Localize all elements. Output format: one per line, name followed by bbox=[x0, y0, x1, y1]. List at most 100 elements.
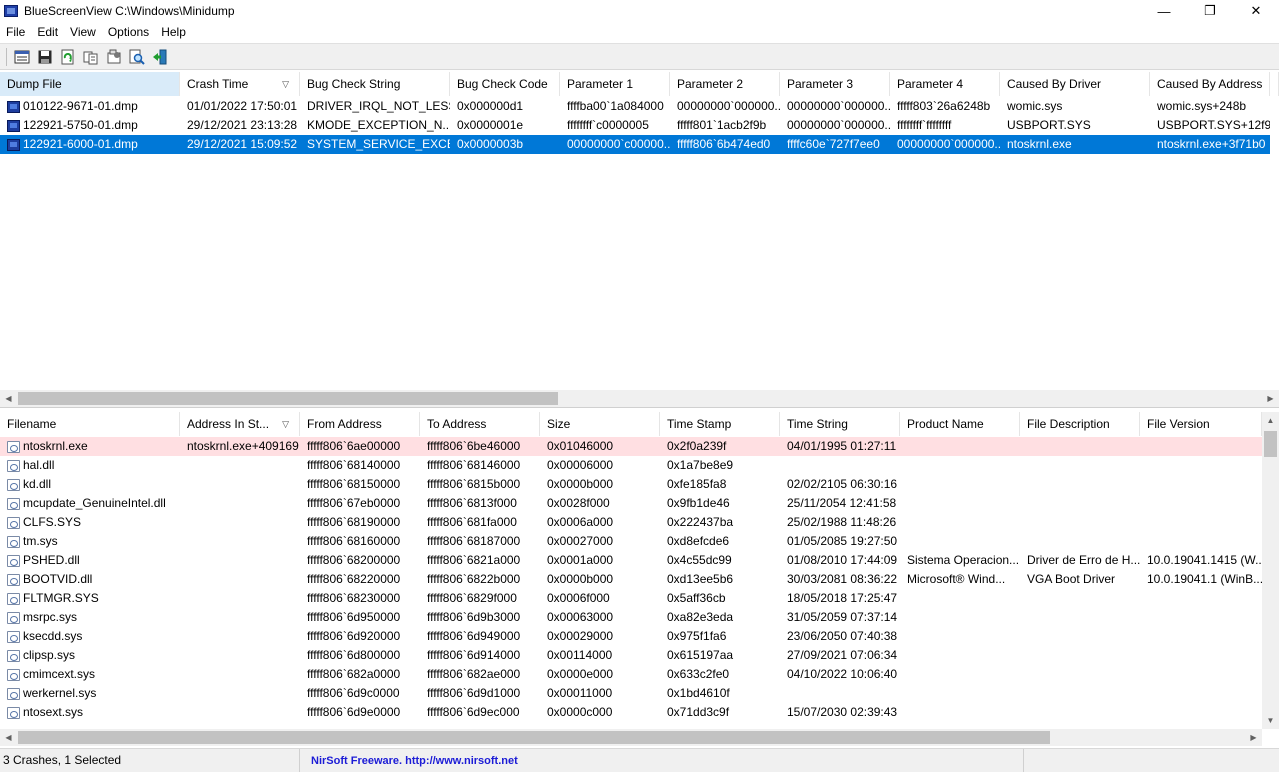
driver-list-vscrollbar[interactable]: ▲ ▼ bbox=[1262, 412, 1279, 729]
column-header-to-address[interactable]: To Address bbox=[420, 412, 540, 436]
menu-options[interactable]: Options bbox=[102, 22, 155, 42]
table-row[interactable]: clipsp.sys fffff806`6d800000 fffff806`6d91… bbox=[0, 646, 1262, 665]
cell-text: cmimcext.sys bbox=[23, 667, 95, 681]
exit-button[interactable] bbox=[148, 46, 171, 68]
scroll-right-arrow[interactable]: ▶ bbox=[1262, 390, 1279, 407]
table-cell bbox=[1020, 589, 1140, 608]
table-row[interactable]: FLTMGR.SYS fffff806`68230000 fffff806`6829… bbox=[0, 589, 1262, 608]
cell-text: 0x0006f000 bbox=[547, 591, 610, 605]
menu-edit[interactable]: Edit bbox=[31, 22, 64, 42]
table-row[interactable]: tm.sys fffff806`68160000 fffff806`68187000… bbox=[0, 532, 1262, 551]
cell-text: VGA Boot Driver bbox=[1027, 572, 1116, 586]
table-cell: 0x633c2fe0 bbox=[660, 665, 780, 684]
table-cell: 0x0001a000 bbox=[540, 551, 660, 570]
maximize-button[interactable]: ❐ bbox=[1187, 0, 1233, 22]
minimize-button[interactable]: — bbox=[1141, 0, 1187, 22]
refresh-button[interactable] bbox=[56, 46, 79, 68]
column-header-crash-time[interactable]: Crash Time ▽ bbox=[180, 72, 300, 96]
table-cell: 25/11/2054 12:41:58 bbox=[780, 494, 900, 513]
scroll-right-arrow[interactable]: ▶ bbox=[1245, 729, 1262, 746]
table-row[interactable]: ksecdd.sys fffff806`6d920000 fffff806`6d94… bbox=[0, 627, 1262, 646]
table-cell: fffff806`68190000 bbox=[300, 513, 420, 532]
table-cell: mcupdate_GenuineIntel.dll bbox=[0, 494, 180, 513]
cell-text: ntoskrnl.exe+409169 bbox=[187, 439, 299, 453]
column-header-bug-check-string[interactable]: Bug Check String bbox=[300, 72, 450, 96]
crash-list-hscrollbar[interactable]: ◀ ▶ bbox=[0, 390, 1279, 407]
column-header-parameter-2[interactable]: Parameter 2 bbox=[670, 72, 780, 96]
column-header-size[interactable]: Size bbox=[540, 412, 660, 436]
column-header-caused-by-address[interactable]: Caused By Address bbox=[1150, 72, 1270, 96]
cell-text: 0x633c2fe0 bbox=[667, 667, 730, 681]
column-header-file-version[interactable]: File Version bbox=[1140, 412, 1262, 436]
column-header-blank[interactable] bbox=[1270, 72, 1279, 96]
column-header-dump-file[interactable]: Dump File bbox=[0, 72, 180, 96]
column-header-filename[interactable]: Filename bbox=[0, 412, 180, 436]
scroll-left-arrow[interactable]: ◀ bbox=[0, 729, 17, 746]
cell-text: 0x4c55dc99 bbox=[667, 553, 732, 567]
scroll-thumb[interactable] bbox=[18, 392, 558, 405]
driver-file-icon bbox=[7, 630, 20, 643]
table-cell: 0x00063000 bbox=[540, 608, 660, 627]
column-header-file-description[interactable]: File Description bbox=[1020, 412, 1140, 436]
column-header-parameter-1[interactable]: Parameter 1 bbox=[560, 72, 670, 96]
scroll-thumb[interactable] bbox=[1264, 431, 1277, 457]
copy-button[interactable] bbox=[79, 46, 102, 68]
cell-text: 0x00011000 bbox=[547, 686, 613, 700]
table-cell: 0x000000d1 bbox=[450, 97, 560, 116]
table-row[interactable]: ntosext.sys fffff806`6d9e0000 fffff806`6d9… bbox=[0, 703, 1262, 722]
scroll-down-arrow[interactable]: ▼ bbox=[1262, 712, 1279, 729]
table-row[interactable]: PSHED.dll fffff806`68200000 fffff806`6821a… bbox=[0, 551, 1262, 570]
scroll-left-arrow[interactable]: ◀ bbox=[0, 390, 17, 407]
column-header-label: File Version bbox=[1147, 417, 1210, 431]
table-row[interactable]: CLFS.SYS fffff806`68190000 fffff806`681fa0… bbox=[0, 513, 1262, 532]
table-row[interactable]: BOOTVID.dll fffff806`68220000 fffff806`682… bbox=[0, 570, 1262, 589]
column-header-time-string[interactable]: Time String bbox=[780, 412, 900, 436]
table-cell: 00000000`000000... bbox=[780, 97, 890, 116]
column-header-parameter-4[interactable]: Parameter 4 bbox=[890, 72, 1000, 96]
table-row[interactable]: werkernel.sys fffff806`6d9c0000 fffff806`6… bbox=[0, 684, 1262, 703]
table-cell bbox=[1020, 513, 1140, 532]
menu-view[interactable]: View bbox=[64, 22, 102, 42]
table-row[interactable]: 122921-5750-01.dmp 29/12/2021 23:13:28 KMO… bbox=[0, 116, 1270, 135]
table-cell bbox=[900, 437, 1020, 456]
nirsoft-link[interactable]: NirSoft Freeware. http://www.nirsoft.net bbox=[303, 755, 518, 767]
column-header-parameter-3[interactable]: Parameter 3 bbox=[780, 72, 890, 96]
table-row[interactable]: ntoskrnl.exe ntoskrnl.exe+409169 fffff806`… bbox=[0, 437, 1262, 456]
cell-text: fffff806`6d9c0000 bbox=[307, 686, 400, 700]
properties-button[interactable] bbox=[102, 46, 125, 68]
options-button[interactable] bbox=[10, 46, 33, 68]
table-row[interactable]: msrpc.sys fffff806`6d950000 fffff806`6d9b3… bbox=[0, 608, 1262, 627]
table-row[interactable]: hal.dll fffff806`68140000 fffff806`6814600… bbox=[0, 456, 1262, 475]
column-header-product-name[interactable]: Product Name bbox=[900, 412, 1020, 436]
scroll-thumb[interactable] bbox=[18, 731, 1050, 744]
table-row[interactable]: mcupdate_GenuineIntel.dll fffff806`67eb00… bbox=[0, 494, 1262, 513]
column-header-address-in-st[interactable]: Address In St... ▽ bbox=[180, 412, 300, 436]
driver-file-icon bbox=[7, 459, 20, 472]
column-header-caused-by-driver[interactable]: Caused By Driver bbox=[1000, 72, 1150, 96]
table-row[interactable]: 122921-6000-01.dmp 29/12/2021 15:09:52 SYS… bbox=[0, 135, 1270, 154]
column-header-time-stamp[interactable]: Time Stamp bbox=[660, 412, 780, 436]
table-cell: 0x0000b000 bbox=[540, 570, 660, 589]
cell-text: womic.sys+248b bbox=[1157, 99, 1247, 113]
close-button[interactable]: ✕ bbox=[1233, 0, 1279, 22]
table-cell: 0x00011000 bbox=[540, 684, 660, 703]
find-button[interactable] bbox=[125, 46, 148, 68]
table-cell: 00000000`c00000... bbox=[560, 135, 670, 154]
table-row[interactable]: kd.dll fffff806`68150000 fffff806`6815b000… bbox=[0, 475, 1262, 494]
menu-help[interactable]: Help bbox=[155, 22, 192, 42]
driver-list-hscrollbar[interactable]: ◀ ▶ bbox=[0, 729, 1262, 746]
table-cell bbox=[180, 589, 300, 608]
table-cell: ntosext.sys bbox=[0, 703, 180, 722]
table-cell bbox=[1020, 627, 1140, 646]
save-button[interactable] bbox=[33, 46, 56, 68]
table-cell bbox=[1140, 475, 1262, 494]
column-header-bug-check-code[interactable]: Bug Check Code bbox=[450, 72, 560, 96]
table-row[interactable]: 010122-9671-01.dmp 01/01/2022 17:50:01 DRI… bbox=[0, 97, 1270, 116]
cell-text: Sistema Operacion... bbox=[907, 553, 1020, 567]
menu-file[interactable]: File bbox=[0, 22, 31, 42]
column-header-from-address[interactable]: From Address bbox=[300, 412, 420, 436]
table-cell: 00000000`000000... bbox=[670, 97, 780, 116]
table-row[interactable]: cmimcext.sys fffff806`682a0000 fffff806`68… bbox=[0, 665, 1262, 684]
scroll-up-arrow[interactable]: ▲ bbox=[1262, 412, 1279, 429]
column-header-label: Dump File bbox=[7, 77, 62, 91]
